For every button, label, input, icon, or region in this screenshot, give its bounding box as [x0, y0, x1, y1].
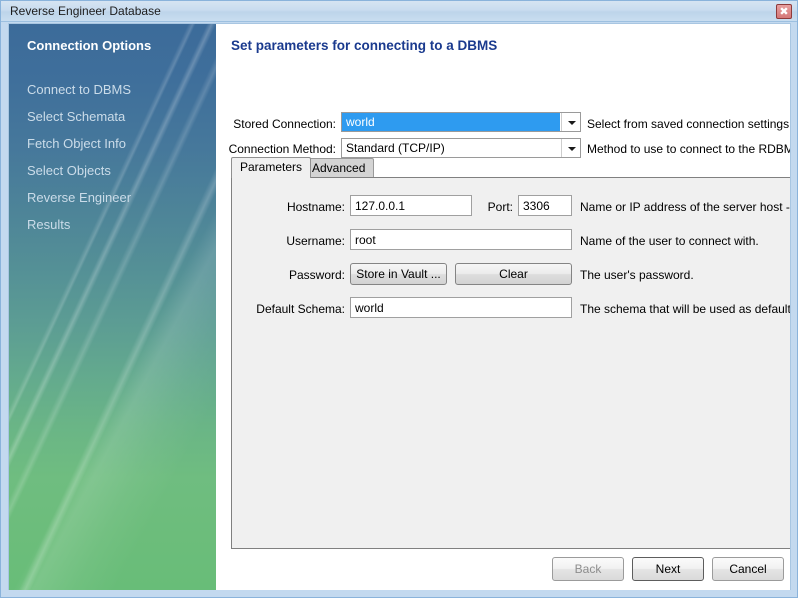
hostname-label: Hostname:	[232, 200, 345, 214]
dialog-body: Connection Options Connect to DBMS Selec…	[8, 23, 791, 590]
dialog-window: Reverse Engineer Database ✖ Connection O…	[0, 0, 798, 598]
port-label: Port:	[475, 200, 513, 214]
clear-password-button[interactable]: Clear	[455, 263, 572, 285]
page-title: Set parameters for connecting to a DBMS	[231, 38, 497, 53]
back-button[interactable]: Back	[552, 557, 624, 581]
cancel-button[interactable]: Cancel	[712, 557, 784, 581]
sidebar-item-reverse-engineer[interactable]: Reverse Engineer	[27, 190, 131, 205]
sidebar-item-results[interactable]: Results	[27, 217, 70, 232]
title-bar: Reverse Engineer Database ✖	[1, 1, 797, 22]
default-schema-label: Default Schema:	[232, 302, 345, 316]
stored-connection-value: world	[342, 113, 560, 131]
password-help: The user's password.	[580, 268, 791, 282]
chevron-down-icon[interactable]	[561, 139, 580, 157]
hostname-help: Name or IP address of the server host - …	[580, 200, 791, 214]
sidebar-item-connection-options[interactable]: Connection Options	[27, 38, 151, 53]
default-schema-help: The schema that will be used as default …	[580, 302, 791, 316]
username-help: Name of the user to connect with.	[580, 234, 791, 248]
close-icon: ✖	[777, 4, 791, 19]
sidebar-item-connect-to-dbms[interactable]: Connect to DBMS	[27, 82, 131, 97]
tab-parameters[interactable]: Parameters	[231, 157, 311, 178]
chevron-down-icon[interactable]	[561, 113, 580, 131]
window-bottom-frame	[1, 590, 797, 597]
parameters-panel: Hostname: 127.0.0.1 Port: 3306 Name or I…	[231, 177, 791, 549]
username-label: Username:	[232, 234, 345, 248]
stored-connection-select[interactable]: world	[341, 112, 581, 132]
username-input[interactable]: root	[350, 229, 572, 250]
sidebar-item-select-schemata[interactable]: Select Schemata	[27, 109, 125, 124]
next-button[interactable]: Next	[632, 557, 704, 581]
content-pane: Set parameters for connecting to a DBMS …	[216, 24, 791, 590]
window-title: Reverse Engineer Database	[10, 4, 161, 18]
connection-method-select[interactable]: Standard (TCP/IP)	[341, 138, 581, 158]
connection-method-help: Method to use to connect to the RDBMS	[587, 142, 791, 156]
stored-connection-label: Stored Connection:	[216, 117, 336, 131]
hostname-input[interactable]: 127.0.0.1	[350, 195, 472, 216]
password-label: Password:	[232, 268, 345, 282]
sidebar-item-select-objects[interactable]: Select Objects	[27, 163, 111, 178]
connection-method-value: Standard (TCP/IP)	[346, 141, 558, 156]
connection-method-label: Connection Method:	[216, 142, 336, 156]
tab-strip: Parameters Advanced	[231, 157, 791, 178]
wizard-steps-sidebar: Connection Options Connect to DBMS Selec…	[9, 24, 216, 590]
stored-connection-help: Select from saved connection settings	[587, 117, 789, 131]
default-schema-input[interactable]: world	[350, 297, 572, 318]
close-button[interactable]: ✖	[776, 4, 792, 19]
store-in-vault-button[interactable]: Store in Vault ...	[350, 263, 447, 285]
tab-advanced[interactable]: Advanced	[303, 158, 374, 177]
sidebar-item-fetch-object-info[interactable]: Fetch Object Info	[27, 136, 126, 151]
port-input[interactable]: 3306	[518, 195, 572, 216]
